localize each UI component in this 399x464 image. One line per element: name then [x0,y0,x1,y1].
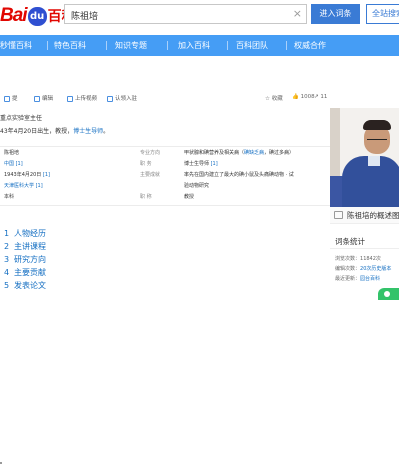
phd-supervisor-link[interactable]: 博士生导师 [73,128,103,135]
info-value: 甲状腺和碘营养及相关病（碘缺乏病，碘过多病） [184,150,295,156]
info-value: 本科 [4,194,15,200]
nav-item-join[interactable]: 加入百科 [178,35,210,56]
info-label: 职 务 [140,161,152,167]
stats-title: 词条统计 [335,237,365,246]
top-bar: Bai du 百科 陈祖培 × 进入词条 全站搜索 [0,0,399,34]
summary-line-2: 43年4月20日出生，教授，博士生导师。 [0,128,110,135]
nav-divider [106,41,107,50]
nav-divider [227,41,228,50]
like-action[interactable]: 👍 1008 [292,94,315,100]
site-search-button[interactable]: 全站搜索 [366,4,399,24]
propose-action[interactable]: 提 [4,94,18,104]
paw-icon: du [27,6,47,26]
nav-item-featured[interactable]: 特色百科 [54,35,86,56]
toc-item[interactable]: 3 研究方向 [4,254,46,265]
search-input[interactable]: 陈祖培 × [64,4,307,24]
photo-figure-glasses [367,134,387,140]
enter-entry-button[interactable]: 进入词条 [311,4,360,24]
stats-divider [330,248,399,249]
clear-icon[interactable]: × [293,7,302,20]
info-value: 率先在国内建立了最大的碘小鼠及头痛碘动物 · 试 [184,172,294,178]
nav-item-team[interactable]: 百科团队 [236,35,268,56]
search-value: 陈祖培 [71,12,99,22]
feedback-icon [384,291,390,297]
logo-bai: Bai [0,5,28,26]
toc-item[interactable]: 4 主要贡献 [4,267,46,278]
iodine-deficiency-link[interactable]: 碘缺乏病 [244,150,264,156]
info-label: 职 称 [140,194,152,200]
info-value: 中国 [1] [4,161,23,167]
photo-caption[interactable]: 陈祖培的概述图 [330,207,399,224]
nav-item-topics[interactable]: 知识专题 [115,35,147,56]
info-name-value: 陈祖培 [4,150,20,156]
image-icon [334,211,343,219]
upload-video-action[interactable]: 上传视频 [67,94,97,104]
nav-item-partners[interactable]: 权威合作 [294,35,326,56]
video-icon [67,95,73,102]
info-value: 验动物研究 [184,183,210,189]
edit-action[interactable]: 编辑 [34,94,53,104]
info-label: 主要成就 [140,172,161,178]
nav-divider [47,41,48,50]
collect-action[interactable]: ☆ 收藏 [265,94,283,102]
nav-item-miaodong[interactable]: 秒懂百科 [0,35,32,56]
info-value: 天津医科大学 [1] [4,183,43,189]
claim-icon [107,95,113,102]
propose-icon [4,95,10,102]
info-value: 教授 [184,194,195,200]
nav-divider [167,41,168,50]
info-value: 1943年4月20日 [1] [4,172,50,178]
claim-action[interactable]: 认领入驻 [107,94,137,104]
photo-figure-collar [368,156,380,166]
feedback-float-button[interactable] [378,288,399,300]
photo-frame-edge [330,108,340,176]
main-nav: 秒懂百科 特色百科 知识专题 加入百科 百科团队 权威合作 [0,35,399,56]
nav-divider [286,41,287,50]
toc-item[interactable]: 1 人物经历 [4,228,46,239]
toc-item[interactable]: 5 发表论文 [4,280,46,291]
stats-edits: 编辑次数：20次历史版本 [335,266,392,272]
stats-views: 浏览次数：11842次 [335,256,381,262]
share-count[interactable]: ↗ 11 [314,94,327,100]
info-value: 博士生导师 [1] [184,161,218,167]
basic-info-table: 陈祖培 专业方向 甲状腺和碘营养及相关病（碘缺乏病，碘过多病） 中国 [1] 职… [0,146,330,206]
photo-figure-hair [363,120,391,130]
portrait-photo[interactable] [330,108,399,207]
stats-updated: 最近更新：园台百科 [335,276,381,282]
toc-item[interactable]: 2 主讲课程 [4,241,46,252]
info-label: 专业方向 [140,150,161,156]
edit-icon [34,95,40,102]
summary-line-1: 重点实验室主任 [0,115,43,122]
